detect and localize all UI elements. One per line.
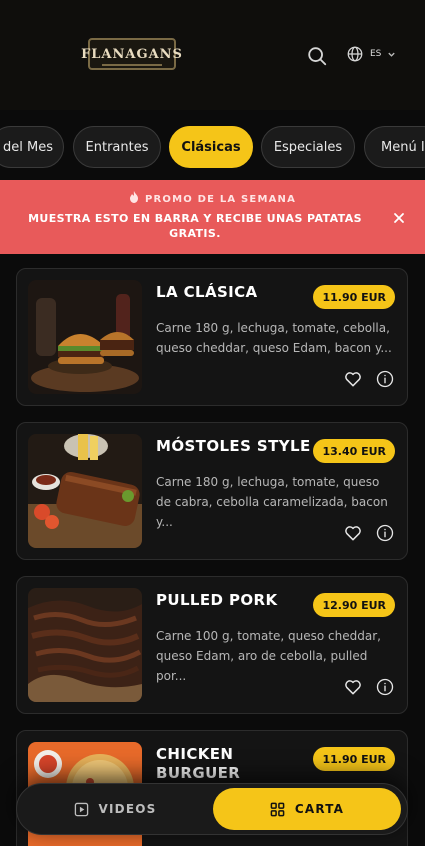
menu-item-card[interactable]: LA CLÁSICA 11.90 EUR Carne 180 g, lechug… [16,268,408,406]
heart-icon[interactable] [343,523,363,543]
flame-icon [129,191,138,203]
menu-item-card[interactable]: MÓSTOLES STYLE 13.40 EUR Carne 180 g, le… [16,422,408,560]
search-icon[interactable] [306,45,328,67]
item-name: CHICKEN BURGUER [156,745,241,782]
videos-button[interactable]: VIDEOS [17,784,213,834]
item-price: 11.90 EUR [313,747,395,771]
promo-title-text: PROMO DE LA SEMANA [144,194,297,205]
tab-menu[interactable]: Menú Ir [364,126,425,168]
language-code: ES [370,49,382,59]
app-header: FLANAGANS ES [0,0,425,110]
item-name: MÓSTOLES STYLE [156,437,311,455]
bottom-nav: VIDEOS CARTA [16,783,408,835]
tab-especiales[interactable]: Especiales [261,126,355,168]
info-icon[interactable] [375,677,395,697]
logo-underline [102,64,162,66]
close-icon[interactable] [390,209,408,227]
tab-clasicas[interactable]: Clásicas [169,126,253,168]
heart-icon[interactable] [343,369,363,389]
videos-label: VIDEOS [98,802,157,816]
menu-item-card[interactable]: PULLED PORK 12.90 EUR Carne 100 g, tomat… [16,576,408,714]
carta-label: CARTA [294,802,345,816]
logo-text: FLANAGANS [81,46,183,62]
carta-button[interactable]: CARTA [213,788,401,830]
ribs-photo [28,434,142,548]
burger-photo [28,280,142,394]
brand-logo[interactable]: FLANAGANS [81,38,182,70]
info-icon[interactable] [375,369,395,389]
globe-icon [347,46,363,62]
chevron-down-icon [388,52,396,57]
category-tabs: del Mes Entrantes Clásicas Especiales Me… [0,126,425,168]
info-icon[interactable] [375,523,395,543]
item-price: 12.90 EUR [313,593,395,617]
grid-icon [270,802,285,816]
language-selector[interactable]: ES [346,45,396,63]
pulled-pork-photo [28,588,142,702]
item-name: PULLED PORK [156,591,278,609]
tab-del-mes[interactable]: del Mes [0,126,64,168]
item-price: 11.90 EUR [313,285,395,309]
item-description: Carne 180 g, lechuga, tomate, cebolla, q… [156,321,392,355]
item-name: LA CLÁSICA [156,283,258,301]
promo-banner: PROMO DE LA SEMANA MUESTRA ESTO EN BARRA… [0,180,425,254]
tab-entrantes[interactable]: Entrantes [73,126,161,168]
item-price: 13.40 EUR [313,439,395,463]
heart-icon[interactable] [343,677,363,697]
promo-message: MUESTRA ESTO EN BARRA Y RECIBE UNAS PATA… [28,212,362,240]
play-icon [74,802,88,816]
promo-title: PROMO DE LA SEMANA [0,191,425,205]
